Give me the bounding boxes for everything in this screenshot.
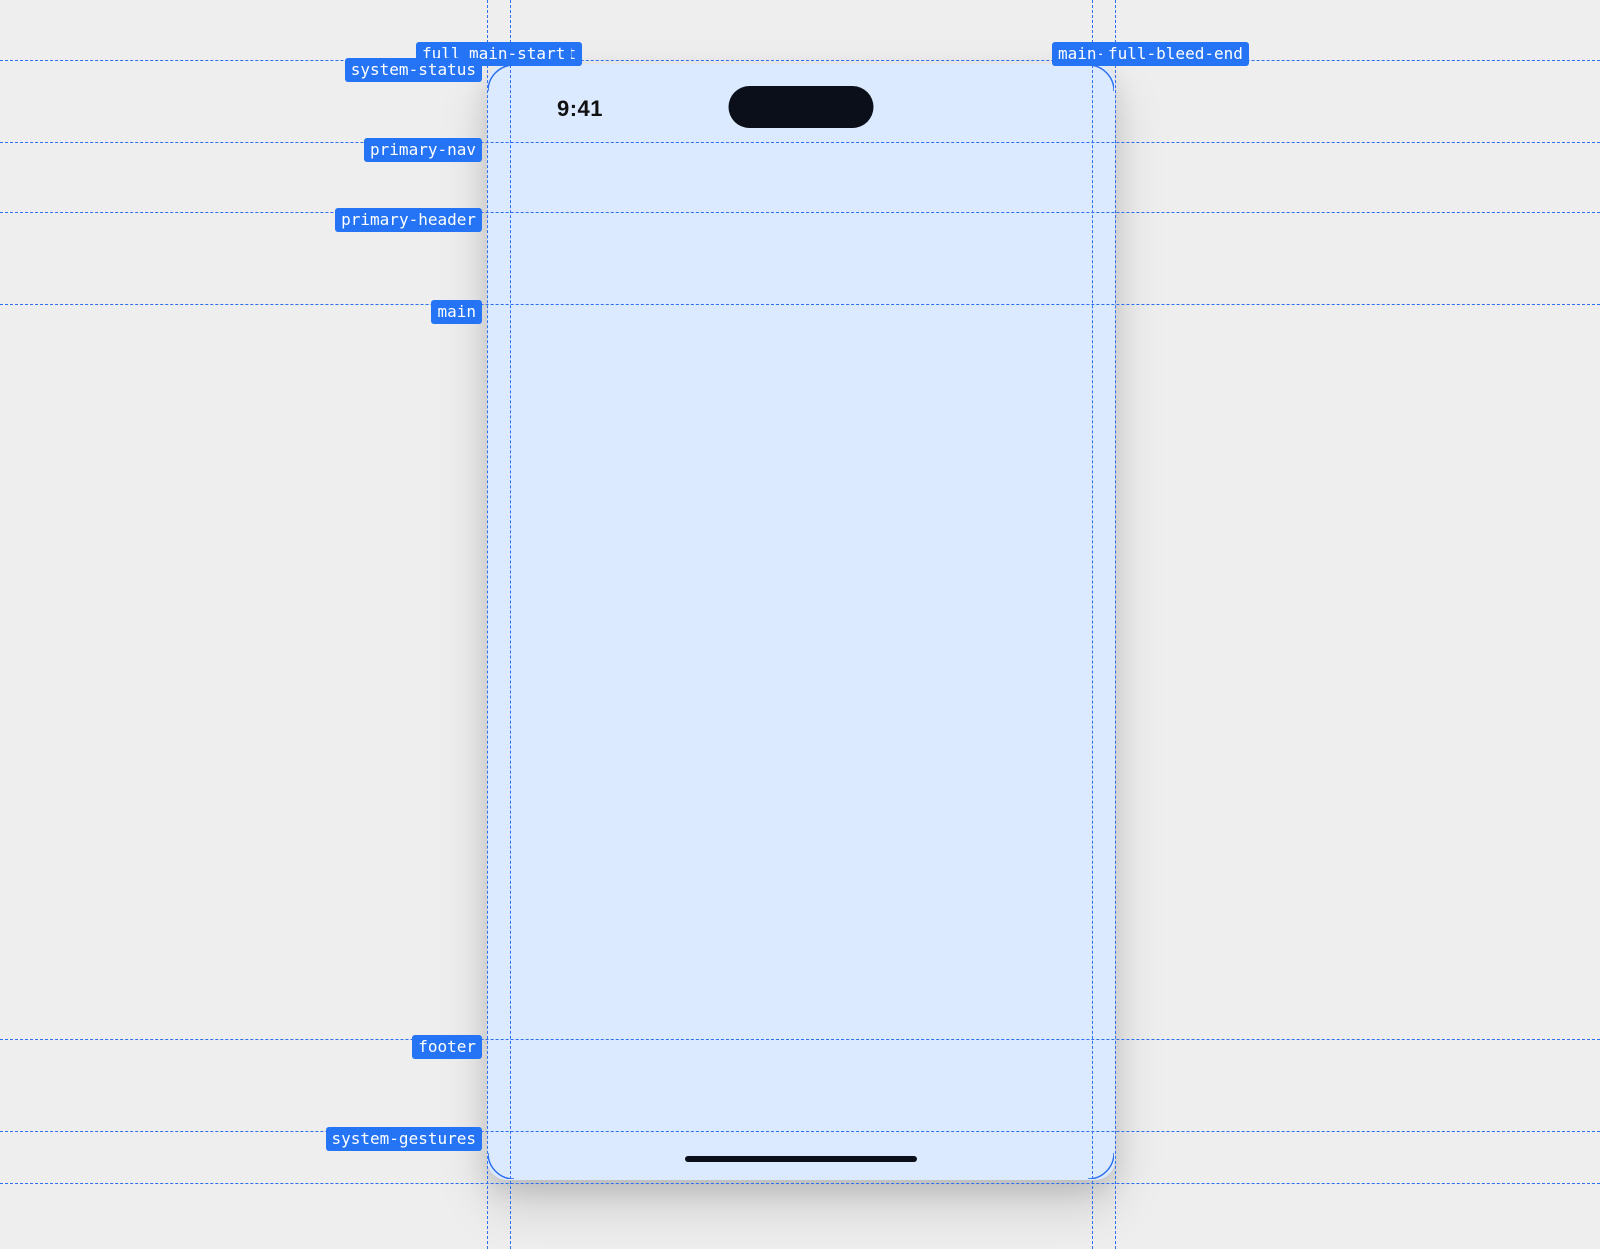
device-frame: 9:41 (487, 64, 1115, 1180)
label-main: main (431, 300, 482, 324)
label-main-end: main-end (1052, 42, 1141, 66)
label-primary-header: primary-header (335, 208, 482, 232)
label-system-gestures: system-gestures (326, 1127, 483, 1151)
label-footer: footer (412, 1035, 482, 1059)
status-time: 9:41 (557, 96, 603, 122)
label-full-bleed-start: full-bleed-start (416, 42, 582, 66)
label-system-status: system-status (345, 58, 482, 82)
home-indicator (685, 1156, 917, 1162)
label-full-bleed-end: full-bleed-end (1102, 42, 1249, 66)
guide-full-bleed-end (1115, 0, 1116, 1249)
guide-bottom-edge (0, 1183, 1600, 1184)
dynamic-island (729, 86, 874, 128)
guide-system-status (0, 60, 1600, 61)
label-main-start: main-start (463, 42, 571, 66)
label-primary-nav: primary-nav (364, 138, 482, 162)
